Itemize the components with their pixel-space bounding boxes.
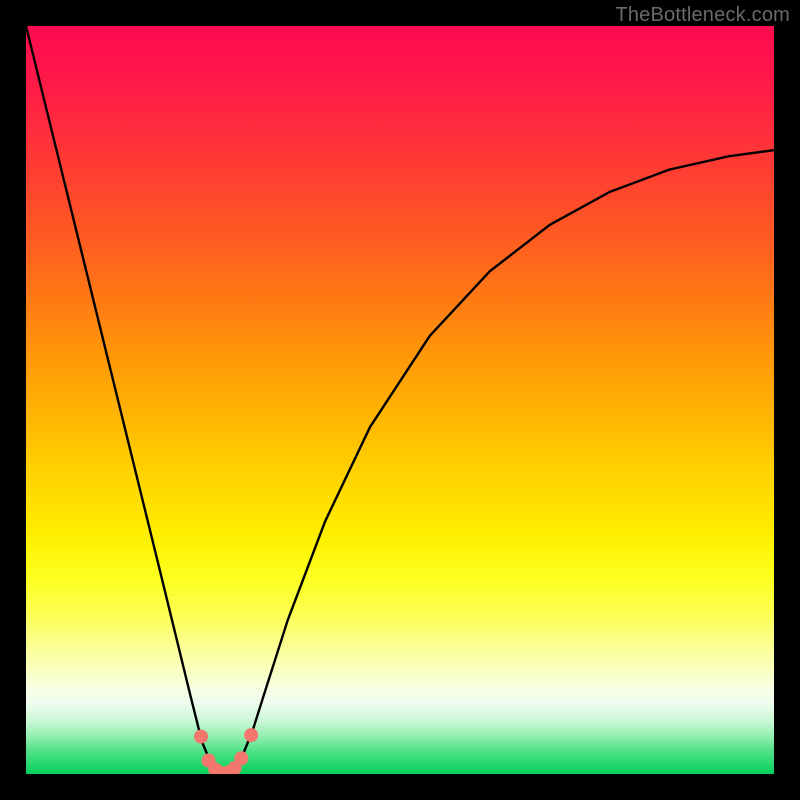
curve-overlay (26, 26, 774, 774)
bottleneck-curve (26, 26, 774, 774)
attribution-text: TheBottleneck.com (615, 4, 790, 27)
plot-frame (26, 26, 774, 774)
highlight-dot (244, 728, 258, 742)
highlight-dot (194, 730, 208, 744)
highlight-dot (234, 751, 248, 765)
chart-container: TheBottleneck.com (0, 0, 800, 800)
